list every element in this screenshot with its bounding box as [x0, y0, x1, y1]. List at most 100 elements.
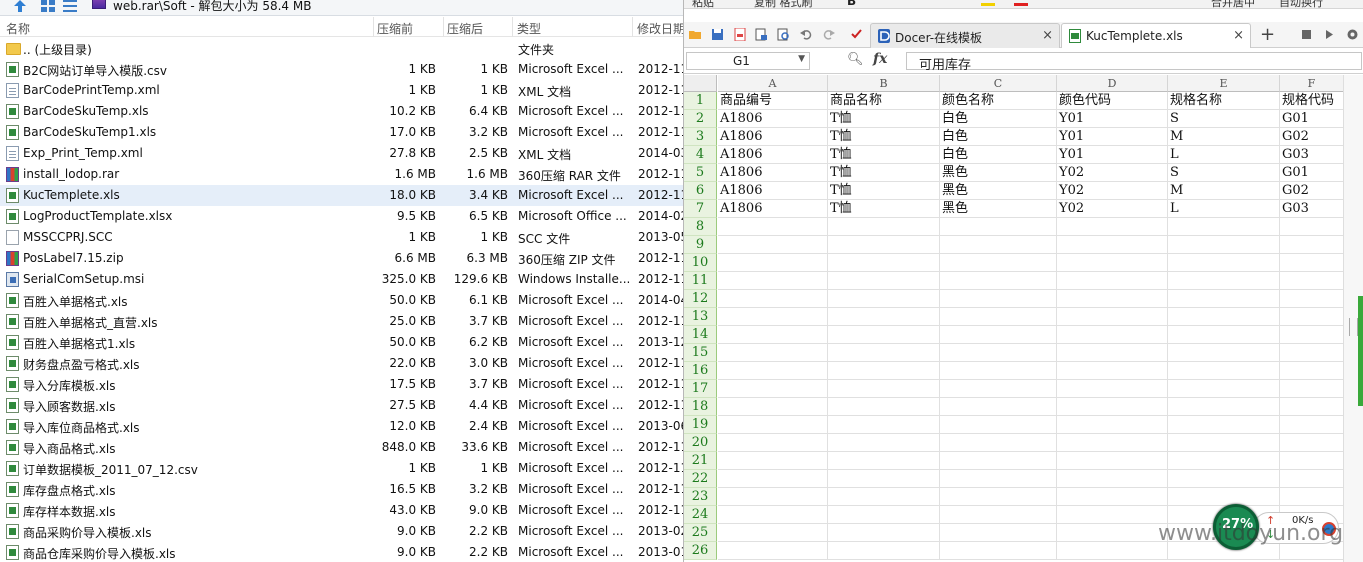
table-cell[interactable]	[828, 488, 940, 506]
table-cell[interactable]	[718, 326, 828, 344]
table-cell[interactable]: T恤	[828, 110, 940, 128]
column-header[interactable]: A	[718, 75, 828, 92]
column-header-size[interactable]: 压缩前	[377, 20, 413, 37]
table-cell[interactable]	[828, 452, 940, 470]
table-cell[interactable]	[828, 470, 940, 488]
row-header[interactable]: 9	[684, 236, 717, 254]
bold-button[interactable]: B	[847, 0, 856, 8]
customize-toolbar-icon[interactable]	[850, 28, 863, 41]
table-cell[interactable]	[718, 434, 828, 452]
row-header[interactable]: 1	[684, 92, 717, 110]
file-row[interactable]: 商品采购价导入模板.xls 9.0 KB 2.2 KB Microsoft Excel…	[0, 521, 683, 542]
table-cell[interactable]	[828, 398, 940, 416]
table-cell[interactable]	[940, 398, 1057, 416]
table-cell[interactable]	[1057, 542, 1168, 560]
row-header[interactable]: 18	[684, 398, 717, 416]
file-row[interactable]: 商品仓库采购价导入模板.xls 9.0 KB 2.2 KB Microsoft Exc…	[0, 542, 683, 562]
row-header[interactable]: 7	[684, 200, 717, 218]
table-cell[interactable]: L	[1168, 146, 1280, 164]
table-cell[interactable]: Y01	[1057, 146, 1168, 164]
file-row[interactable]: 导入分库模板.xls 17.5 KB 3.7 KB Microsoft Excel .…	[0, 374, 683, 395]
chevron-down-icon[interactable]: ▼	[798, 54, 805, 64]
table-cell[interactable]: T恤	[828, 200, 940, 218]
table-cell[interactable]: 商品编号	[718, 92, 828, 110]
table-cell[interactable]	[1280, 254, 1344, 272]
file-row[interactable]: .. (上级目录) 文件夹	[0, 38, 683, 59]
window-menu-icon[interactable]	[1300, 28, 1313, 41]
row-header[interactable]: 11	[684, 272, 717, 290]
table-cell[interactable]: G02	[1280, 182, 1344, 200]
file-row[interactable]: MSSCCPRJ.SCC 1 KB 1 KB SCC 文件 2013-05	[0, 227, 683, 248]
table-cell[interactable]	[1057, 218, 1168, 236]
formula-input[interactable]: 可用库存	[906, 52, 1362, 73]
table-cell[interactable]	[718, 362, 828, 380]
table-cell[interactable]	[718, 416, 828, 434]
tab-docer-templates[interactable]: Docer-在线模板 ×	[870, 23, 1060, 48]
table-cell[interactable]	[1280, 272, 1344, 290]
table-cell[interactable]	[1280, 290, 1344, 308]
view-grid-icon[interactable]	[40, 0, 56, 12]
file-row[interactable]: 百胜入单据格式1.xls 50.0 KB 6.2 KB Microsoft Excel…	[0, 332, 683, 353]
file-row[interactable]: 百胜入单据格式.xls 50.0 KB 6.1 KB Microsoft Excel …	[0, 290, 683, 311]
column-header[interactable]: E	[1168, 75, 1280, 92]
table-cell[interactable]	[1280, 218, 1344, 236]
table-cell[interactable]: 颜色代码	[1057, 92, 1168, 110]
redo-icon[interactable]	[822, 28, 835, 41]
table-cell[interactable]	[940, 380, 1057, 398]
column-header[interactable]: C	[940, 75, 1057, 92]
file-row[interactable]: 库存盘点格式.xls 16.5 KB 3.2 KB Microsoft Excel .…	[0, 479, 683, 500]
file-row[interactable]: 库存样本数据.xls 43.0 KB 9.0 KB Microsoft Excel .…	[0, 500, 683, 521]
table-cell[interactable]: Y02	[1057, 200, 1168, 218]
close-icon[interactable]: ×	[1233, 28, 1244, 43]
table-cell[interactable]: 黑色	[940, 182, 1057, 200]
table-cell[interactable]	[1168, 272, 1280, 290]
table-cell[interactable]	[940, 218, 1057, 236]
file-row[interactable]: Exp_Print_Temp.xml 27.8 KB 2.5 KB XML 文档 201…	[0, 143, 683, 164]
file-row[interactable]: LogProductTemplate.xlsx 9.5 KB 6.5 KB Micro…	[0, 206, 683, 227]
table-cell[interactable]	[828, 416, 940, 434]
row-header[interactable]: 26	[684, 542, 717, 560]
table-cell[interactable]: 颜色名称	[940, 92, 1057, 110]
column-header-type[interactable]: 类型	[517, 20, 541, 37]
table-cell[interactable]	[1057, 470, 1168, 488]
table-cell[interactable]: G03	[1280, 146, 1344, 164]
table-cell[interactable]	[718, 488, 828, 506]
table-cell[interactable]	[1057, 398, 1168, 416]
new-tab-button[interactable]: +	[1260, 24, 1275, 45]
table-cell[interactable]	[940, 254, 1057, 272]
table-cell[interactable]	[1168, 398, 1280, 416]
table-cell[interactable]	[828, 542, 940, 560]
table-cell[interactable]: A1806	[718, 110, 828, 128]
row-header[interactable]: 10	[684, 254, 717, 272]
table-cell[interactable]	[940, 272, 1057, 290]
file-row[interactable]: KucTemplete.xls 18.0 KB 3.4 KB Microsoft Ex…	[0, 185, 683, 206]
row-header[interactable]: 25	[684, 524, 717, 542]
table-cell[interactable]	[718, 272, 828, 290]
table-cell[interactable]	[1168, 308, 1280, 326]
table-cell[interactable]	[1280, 398, 1344, 416]
file-row[interactable]: 财务盘点盈亏格式.xls 22.0 KB 3.0 KB Microsoft Excel…	[0, 353, 683, 374]
file-row[interactable]: BarCodeSkuTemp1.xls 17.0 KB 3.2 KB Microsof…	[0, 122, 683, 143]
table-cell[interactable]	[1057, 434, 1168, 452]
save-icon[interactable]	[711, 28, 724, 41]
table-cell[interactable]	[828, 254, 940, 272]
table-cell[interactable]	[828, 308, 940, 326]
table-cell[interactable]: S	[1168, 110, 1280, 128]
table-cell[interactable]: 黑色	[940, 200, 1057, 218]
table-cell[interactable]	[1168, 362, 1280, 380]
column-header[interactable]: F	[1280, 75, 1344, 92]
file-row[interactable]: 导入顾客数据.xls 27.5 KB 4.4 KB Microsoft Excel .…	[0, 395, 683, 416]
table-cell[interactable]	[1168, 380, 1280, 398]
table-cell[interactable]	[718, 254, 828, 272]
table-cell[interactable]: A1806	[718, 128, 828, 146]
table-cell[interactable]	[1057, 272, 1168, 290]
table-cell[interactable]	[1168, 254, 1280, 272]
table-cell[interactable]	[828, 326, 940, 344]
row-header[interactable]: 24	[684, 506, 717, 524]
print-preview-icon[interactable]	[777, 28, 790, 41]
table-cell[interactable]: Y02	[1057, 164, 1168, 182]
table-cell[interactable]	[828, 380, 940, 398]
table-cell[interactable]	[1280, 434, 1344, 452]
table-cell[interactable]	[1057, 380, 1168, 398]
table-cell[interactable]	[828, 362, 940, 380]
